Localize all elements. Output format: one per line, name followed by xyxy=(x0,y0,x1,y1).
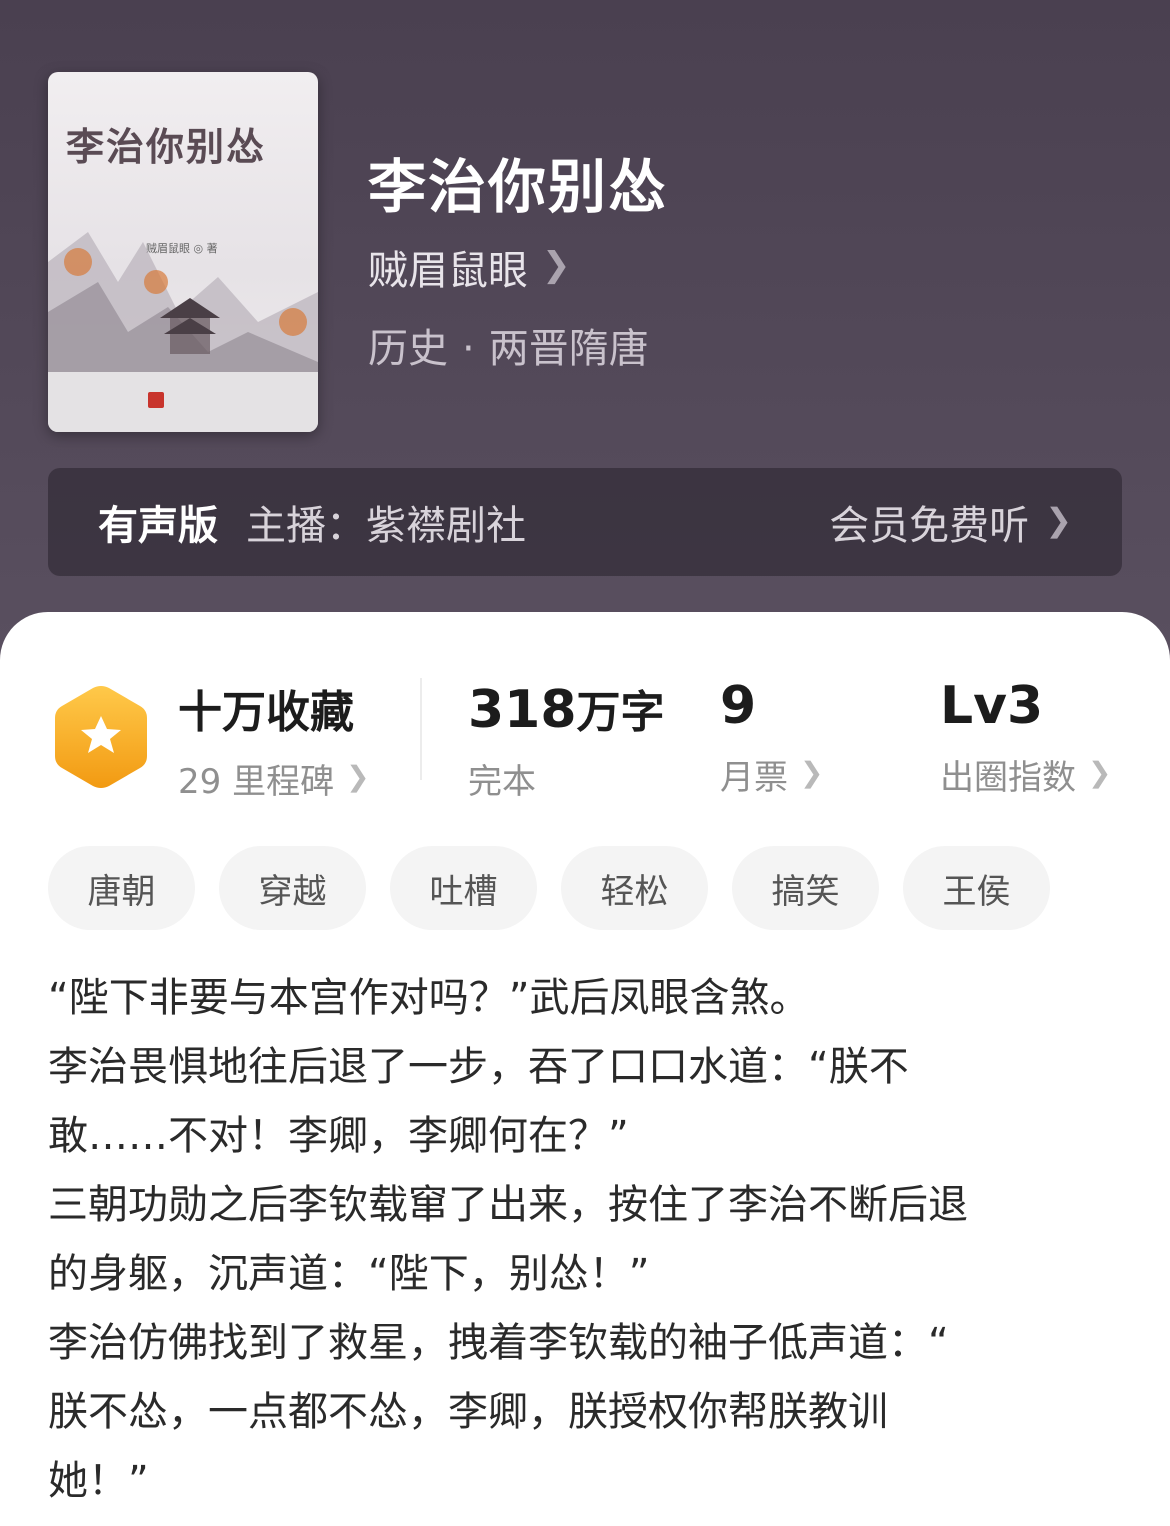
tag-chip[interactable]: 王侯 xyxy=(903,846,1050,930)
favorites-stat[interactable]: 十万收藏 29 里程碑 ❯ xyxy=(178,676,370,803)
author-name: 贼眉鼠眼 xyxy=(368,248,528,294)
author-link[interactable]: 贼眉鼠眼 ❯ xyxy=(368,238,571,296)
synopsis-line: 敢……不对！李卿，李卿何在？” xyxy=(48,1113,629,1159)
tag-chip[interactable]: 吐槽 xyxy=(390,846,537,930)
tag-chip[interactable]: 搞笑 xyxy=(732,846,879,930)
chevron-right-icon: ❯ xyxy=(542,245,571,285)
book-info-card: 十万收藏 29 里程碑 ❯ 318万字 完本 9 月票 ❯ Lv3 出圈指数 ❯… xyxy=(0,612,1170,1526)
synopsis-line: 三朝功勋之后李钦载窜了出来，按住了李治不断后退 xyxy=(48,1182,968,1228)
completion-status: 完本 xyxy=(468,762,536,802)
word-count-unit: 万字 xyxy=(576,687,665,738)
genre-subcategory: 两晋隋唐 xyxy=(488,326,649,372)
cover-title: 李治你别怂 xyxy=(66,124,267,169)
favorites-count: 十万收藏 xyxy=(178,687,354,738)
chevron-right-icon: ❯ xyxy=(800,756,824,789)
tag-chip[interactable]: 唐朝 xyxy=(48,846,195,930)
genre-category: 历史 xyxy=(368,326,448,372)
genre-row: 历史 · 两晋隋唐 xyxy=(368,316,649,374)
synopsis-line: 的身躯，沉声道：“陛下，别怂！” xyxy=(48,1251,650,1297)
word-count-stat: 318万字 完本 xyxy=(468,676,665,803)
monthly-tickets-label: 月票 xyxy=(720,758,788,798)
audio-version-bar[interactable]: 有声版 主播：紫襟剧社 会员免费听 ❯ xyxy=(48,468,1122,576)
synopsis-line: 朕不怂，一点都不怂，李卿，朕授权你帮朕教训 xyxy=(48,1389,888,1435)
member-free-listen-label: 会员免费听 xyxy=(829,503,1030,549)
synopsis-line: “陛下非要与本宫作对吗？”武后凤眼含煞。 xyxy=(48,975,810,1021)
monthly-tickets-stat[interactable]: 9 月票 ❯ xyxy=(720,676,823,799)
star-hexagon-icon xyxy=(55,686,147,788)
chevron-right-icon: ❯ xyxy=(346,760,370,793)
influence-index-stat[interactable]: Lv3 出圈指数 ❯ xyxy=(940,676,1111,799)
genre-separator: · xyxy=(462,326,475,372)
stats-divider xyxy=(420,678,422,780)
tag-list: 唐朝 穿越 吐槽 轻松 搞笑 王侯 xyxy=(48,846,1050,930)
book-synopsis[interactable]: “陛下非要与本宫作对吗？”武后凤眼含煞。 李治畏惧地往后退了一步，吞了口口水道：… xyxy=(48,964,1122,1516)
book-title: 李治你别怂 xyxy=(368,153,669,221)
monthly-tickets-count: 9 xyxy=(720,676,757,736)
cover-landscape-art xyxy=(48,232,318,432)
milestone-label: 29 里程碑 xyxy=(178,762,335,802)
chevron-right-icon: ❯ xyxy=(1045,501,1072,539)
publisher-seal-icon xyxy=(148,392,164,408)
synopsis-line: 李治仿佛找到了救星，拽着李钦载的袖子低声道：“ xyxy=(48,1320,949,1366)
influence-index-label: 出圈指数 xyxy=(940,758,1076,798)
tag-chip[interactable]: 穿越 xyxy=(219,846,366,930)
tag-chip[interactable]: 轻松 xyxy=(561,846,708,930)
book-cover[interactable]: 李治你别怂 贼眉鼠眼 ◎ 著 xyxy=(48,72,318,432)
synopsis-line: 她！” xyxy=(48,1458,149,1504)
member-free-listen-button[interactable]: 会员免费听 ❯ xyxy=(829,493,1072,551)
audio-host: 主播：紫襟剧社 xyxy=(246,503,526,549)
chevron-right-icon: ❯ xyxy=(1088,756,1112,789)
audio-version-tag: 有声版 xyxy=(98,503,218,549)
influence-level: Lv3 xyxy=(940,676,1044,736)
synopsis-line: 李治畏惧地往后退了一步，吞了口口水道：“朕不 xyxy=(48,1044,909,1090)
word-count-number: 318 xyxy=(468,680,577,740)
